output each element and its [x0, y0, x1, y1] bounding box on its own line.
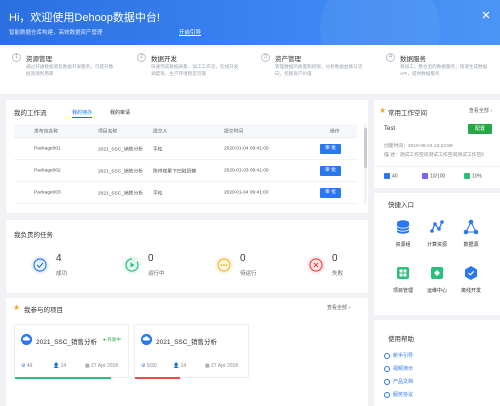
table-row: Package002 2021_SSC_销售分析 陈祥楼累下凹陷奶糖 2020-…	[14, 160, 357, 182]
workspace-desc: 描 述：测试工作空间测试工作空间测试工作空间	[384, 153, 484, 158]
workflow-title: 我的工作流	[14, 110, 47, 117]
table-row: Package003 2021_SSC_销售分析 平松 2020-01-04 0…	[14, 182, 357, 204]
workspace-created: 创建时间：2019-08-24 13:24:59	[384, 144, 453, 149]
database-icon	[396, 220, 410, 234]
failed-icon	[307, 256, 325, 274]
workspace-title: 常用工作空间	[388, 110, 427, 117]
quick-entry-panel: 快捷入口 资源组 计算资源 数据源 项目管理 运维中心 离线开发	[374, 193, 500, 315]
task-running[interactable]: 0 运行中	[106, 252, 196, 282]
welcome-banner: Hi，欢迎使用Dehoop数据中台! 智能数据仓库构建，高效数据资产管理 开启引…	[0, 0, 500, 45]
table-row: Package001 2021_SSC_销售分析 平松 2020-01-04 0…	[14, 138, 357, 160]
task-failed[interactable]: 0 失败	[290, 252, 380, 282]
status-badge: ● 开发中	[103, 337, 121, 342]
guide-icon	[384, 352, 390, 359]
quick-offline-dev[interactable]: 离线开发	[451, 265, 491, 301]
star-icon: ★	[379, 106, 387, 115]
workflow-count-icon: ⚙	[141, 363, 146, 369]
approve-button[interactable]: 审 批	[320, 188, 341, 198]
workspace-panel: ★ 常用工作空间 查看全部 › Test 配置 创建时间：2019-08-24 …	[374, 100, 500, 188]
table-scrollbar[interactable]	[364, 124, 367, 204]
onboarding-steps: 1 资源管理 通过开通数据源及数据开发服务，可提升数据资源利用率 2 数据开发 …	[0, 45, 500, 95]
ops-center-icon	[431, 267, 443, 279]
compute-nodes-icon	[430, 220, 444, 233]
calendar-icon: ▦	[205, 363, 210, 369]
workspace-name: Test	[384, 126, 396, 132]
config-button[interactable]: 配置	[468, 124, 492, 134]
check-circle-icon	[31, 256, 49, 274]
quick-entry-title: 快捷入口	[388, 202, 414, 209]
project-progress-bar	[15, 377, 112, 379]
terms-icon	[384, 391, 390, 398]
workflow-table: 发布包名称 项目名称 提交人 提交时间 操作 Package001 2021_S…	[14, 124, 357, 204]
approve-button[interactable]: 审 批	[320, 144, 341, 154]
table-header: 发布包名称 项目名称 提交人 提交时间 操作	[14, 124, 357, 138]
workflow-panel: 我的工作流 我的待办 我的审请 发布包名称 项目名称 提交人 提交时间 操作 P…	[6, 100, 368, 213]
help-panel: 使用帮助 新手引导 视频演示 产品文档 服务协议	[374, 320, 500, 406]
offline-dev-icon	[465, 266, 477, 280]
project-progress-bar	[135, 377, 181, 379]
project-card[interactable]: 2021_SSC_销售分析 ● 开发中 ⚙ 49 👤 14 ▦ 27 Apr 2…	[14, 324, 129, 379]
calendar-icon: ▦	[85, 363, 90, 369]
running-icon	[123, 256, 141, 274]
help-link-docs[interactable]: 产品文档	[384, 378, 413, 385]
tasks-title: 我负责的任务	[14, 232, 53, 239]
help-link-guide[interactable]: 新手引导	[384, 352, 413, 359]
video-icon	[384, 365, 390, 372]
approve-button[interactable]: 审 批	[320, 166, 341, 176]
workspace-stats: 40 10/100 10%	[374, 166, 500, 186]
doc-icon	[384, 378, 390, 385]
user-icon: 👤	[173, 363, 180, 369]
project-icon	[397, 267, 409, 279]
help-link-video[interactable]: 视频演示	[384, 365, 413, 372]
project-icon	[21, 334, 32, 345]
banner-subtitle: 智能数据仓库构建，高效数据资产管理	[9, 30, 103, 36]
project-count-icon	[384, 173, 390, 179]
projects-panel: ★ 我参与的项目 查看全部 › 2021_SSC_销售分析 ● 开发中 ⚙ 49…	[6, 298, 368, 406]
view-all-projects-link[interactable]: 查看全部 ›	[327, 304, 350, 311]
workflow-count-icon: ⚙	[21, 363, 26, 369]
task-success[interactable]: 4 成功	[14, 252, 104, 282]
datasource-icon	[463, 219, 479, 235]
tasks-panel: 我负责的任务 4 成功 0 运行中 0 待运行 0 失败	[6, 220, 368, 293]
banner-title: Hi，欢迎使用Dehoop数据中台!	[9, 12, 160, 24]
storage-icon	[422, 173, 428, 179]
task-pending[interactable]: 0 待运行	[198, 252, 288, 282]
pending-icon	[215, 256, 233, 274]
help-title: 使用帮助	[388, 336, 414, 343]
project-card[interactable]: 2021_SSC_销售分析 ⚙ 5/30 👤 14 ▦ 27 Apr 2018	[134, 324, 249, 379]
tab-my-request[interactable]: 我的审请	[110, 109, 130, 116]
start-guide-link[interactable]: 开启引导	[179, 28, 201, 36]
help-link-terms[interactable]: 服务协议	[384, 391, 413, 398]
user-icon: 👤	[53, 363, 60, 369]
star-icon: ★	[13, 303, 21, 312]
project-icon	[141, 334, 152, 345]
quick-datasource[interactable]: 数据源	[451, 219, 491, 255]
view-all-workspaces-link[interactable]: 查看全部 ›	[469, 107, 492, 114]
usage-icon	[464, 173, 470, 179]
close-icon[interactable]	[481, 10, 491, 20]
projects-title: 我参与的项目	[24, 307, 63, 314]
tab-my-todo[interactable]: 我的待办	[72, 109, 93, 118]
